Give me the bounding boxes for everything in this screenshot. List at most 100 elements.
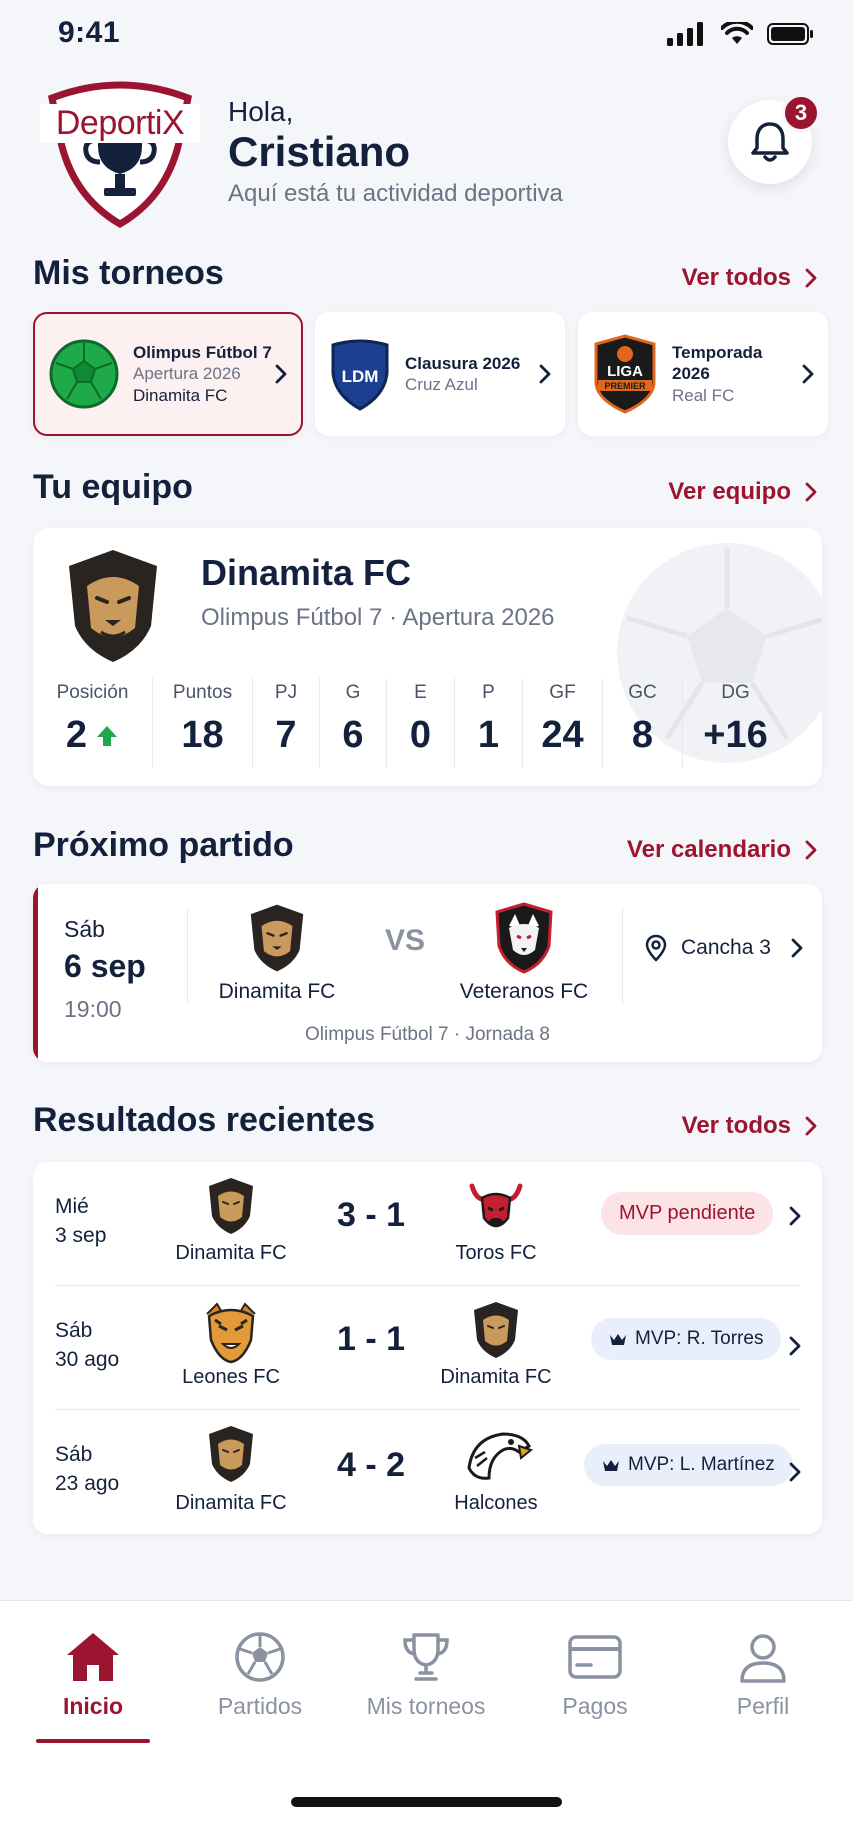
- eagle-crest-icon: [467, 1432, 533, 1480]
- result-away-team: Toros FC: [455, 1242, 537, 1264]
- notifications-button[interactable]: 3: [728, 94, 820, 184]
- nav-label: Pagos: [562, 1693, 628, 1719]
- bull-crest-icon: [469, 1183, 523, 1228]
- stat-label: Posición: [56, 682, 129, 703]
- soccer-ball-logo-icon: [49, 339, 119, 409]
- tournaments-see-all-link[interactable]: Ver todos: [682, 264, 817, 292]
- lion-crest-icon: [209, 1178, 253, 1234]
- results-see-all-link[interactable]: Ver todos: [682, 1112, 817, 1140]
- result-row[interactable]: Mié 3 sep Dinamita FC 3 - 1 Toros FC MVP…: [33, 1162, 822, 1286]
- stat-label: P: [482, 682, 495, 703]
- lion-crest-icon: [69, 550, 157, 662]
- nav-label: Partidos: [217, 1693, 303, 1719]
- user-icon: [740, 1634, 786, 1683]
- stat-value-wrap: 2: [66, 714, 119, 757]
- status-time: 9:41: [58, 16, 121, 49]
- tournament-season: Real FC: [672, 385, 735, 405]
- stat-won: G 6: [320, 678, 387, 768]
- stat-goal-diff: DG +16: [683, 678, 788, 768]
- nav-item-pagos[interactable]: Pagos: [510, 1631, 680, 1720]
- view-calendar-link[interactable]: Ver calendario: [627, 836, 817, 864]
- view-team-link[interactable]: Ver equipo: [668, 478, 817, 506]
- stat-label: Puntos: [172, 682, 233, 703]
- team-stats: Posición 2 Puntos 18 PJ 7 G 6 E 0 P 1 GF: [33, 678, 822, 768]
- stat-value: 0: [409, 714, 432, 756]
- stat-goals-against: GC 8: [603, 678, 683, 768]
- result-row[interactable]: Sáb 30 ago Leones FC 1 - 1 Dinamita FC M…: [33, 1286, 822, 1410]
- result-date: 3 sep: [55, 1224, 107, 1248]
- wolf-crest-icon: [495, 902, 553, 974]
- brand-name: DeportiX: [40, 104, 200, 143]
- stat-value: 1: [477, 714, 500, 756]
- result-away-team: Dinamita FC: [440, 1366, 552, 1388]
- header-subtitle: Aquí está tu actividad deportiva: [228, 180, 563, 207]
- mvp-badge[interactable]: MVP: R. Torres: [591, 1318, 782, 1360]
- tiger-crest-icon: [206, 1302, 256, 1364]
- tournament-card-clausura[interactable]: LDM Clausura 2026 Cruz Azul: [315, 312, 565, 436]
- mvp-label: MVP: R. Torres: [635, 1328, 764, 1349]
- divider: [622, 908, 623, 1004]
- mvp-badge[interactable]: MVP: L. Martínez: [584, 1444, 793, 1486]
- stat-value: 18: [181, 714, 224, 756]
- tournament-card-temporada[interactable]: LIGA PREMIER Temporada 2026 Real FC: [578, 312, 828, 436]
- chevron-right-icon: [802, 364, 814, 384]
- away-team-name: Veteranos FC: [459, 980, 589, 1003]
- stat-value: 8: [631, 714, 654, 756]
- chevron-right-icon: [789, 1462, 801, 1482]
- result-row[interactable]: Sáb 23 ago Dinamita FC 4 - 2 Halcones MV…: [33, 1410, 822, 1534]
- result-score: 3 - 1: [336, 1196, 406, 1234]
- nav-item-perfil[interactable]: Perfil: [678, 1631, 848, 1720]
- stat-points: Puntos 18: [153, 678, 253, 768]
- nav-label: Mis torneos: [366, 1693, 486, 1719]
- results-see-all-label: Ver todos: [681, 1112, 791, 1139]
- status-icons: [667, 22, 815, 46]
- tournament-team: Dinamita FC: [133, 385, 228, 405]
- battery-icon: [767, 23, 813, 45]
- result-date: 30 ago: [55, 1348, 120, 1372]
- tournament-card-olimpus[interactable]: Olimpus Fútbol 7 Apertura 2026 Dinamita …: [33, 312, 303, 436]
- team-section-title: Tu equipo: [33, 468, 193, 506]
- match-time: 19:00: [64, 996, 122, 1022]
- result-day: Sáb: [55, 1319, 93, 1342]
- team-name: Dinamita FC: [201, 552, 412, 593]
- stat-lost: P 1: [455, 678, 523, 768]
- result-home-team: Dinamita FC: [175, 1492, 287, 1514]
- mvp-pending-badge[interactable]: MVP pendiente: [601, 1192, 774, 1235]
- lion-crest-icon: [209, 1426, 253, 1482]
- chevron-right-icon: [805, 268, 817, 288]
- ldm-shield-icon: LDM: [331, 339, 389, 411]
- stat-value: 24: [541, 714, 584, 756]
- nav-item-partidos[interactable]: Partidos: [175, 1631, 345, 1720]
- result-date: 23 ago: [55, 1472, 120, 1496]
- greeting: Hola,: [228, 96, 294, 127]
- team-card[interactable]: Dinamita FC Olimpus Fútbol 7 · Apertura …: [33, 528, 822, 786]
- chevron-right-icon: [805, 1116, 817, 1136]
- app-logo: DeportiX: [40, 78, 200, 230]
- result-away-team: Halcones: [454, 1492, 538, 1514]
- results-title: Resultados recientes: [33, 1101, 376, 1139]
- stat-label: DG: [721, 682, 750, 703]
- shield-logo-icon: [47, 81, 193, 229]
- stat-label: PJ: [274, 682, 298, 703]
- home-indicator[interactable]: [291, 1797, 562, 1807]
- view-team-label: Ver equipo: [668, 478, 791, 505]
- crown-icon: [610, 1334, 626, 1345]
- nav-label: Inicio: [62, 1693, 124, 1719]
- next-match-title: Próximo partido: [33, 826, 294, 864]
- nav-label: Perfil: [736, 1693, 790, 1719]
- nav-item-mis-torneos[interactable]: Mis torneos: [341, 1631, 511, 1720]
- notification-badge: 3: [782, 94, 820, 132]
- active-tab-indicator: [36, 1739, 150, 1743]
- match-day: Sáb: [64, 916, 105, 942]
- soccer-ball-icon: [235, 1632, 285, 1682]
- card-icon: [568, 1635, 622, 1679]
- stat-label: E: [414, 682, 427, 703]
- next-match-card[interactable]: Sáb 6 sep 19:00 Dinamita FC VS Veteranos…: [33, 884, 822, 1062]
- nav-item-inicio[interactable]: Inicio: [8, 1631, 178, 1720]
- tournament-season: Apertura 2026: [133, 364, 241, 384]
- results-card: Mié 3 sep Dinamita FC 3 - 1 Toros FC MVP…: [33, 1162, 822, 1534]
- stat-played: PJ 7: [253, 678, 320, 768]
- lion-crest-icon: [474, 1302, 518, 1358]
- chevron-right-icon: [791, 938, 803, 958]
- home-team-name: Dinamita FC: [218, 980, 336, 1003]
